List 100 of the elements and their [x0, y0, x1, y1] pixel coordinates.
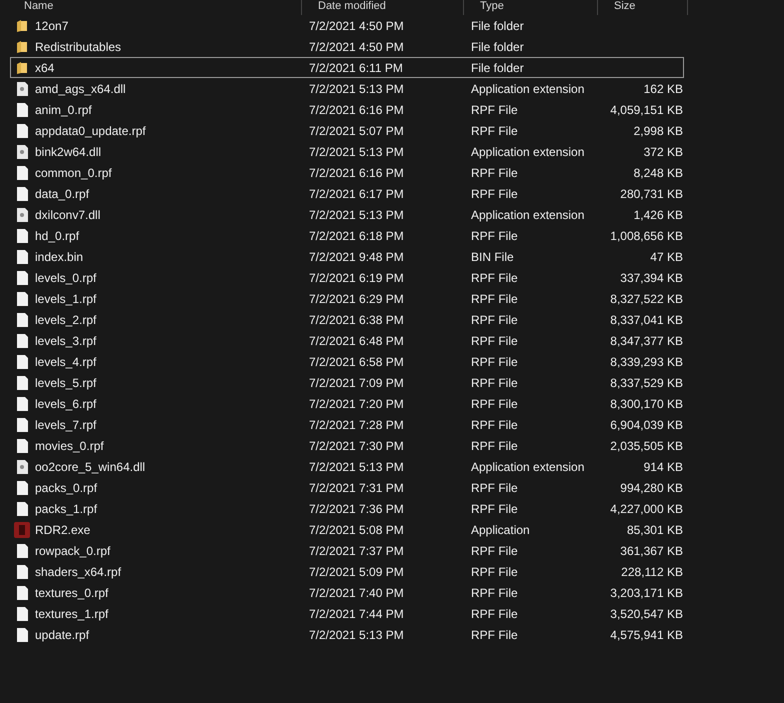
file-row[interactable]: levels_3.rpf 7/2/2021 6:48 PM RPF File 8,347,377 KB — [10, 330, 684, 351]
file-icon — [16, 312, 28, 326]
file-type: RPF File — [470, 564, 518, 578]
file-type: RPF File — [470, 628, 518, 642]
file-size: 4,227,000 KB — [610, 502, 683, 516]
file-name: levels_5.rpf — [34, 376, 96, 390]
file-row[interactable]: levels_4.rpf 7/2/2021 6:58 PM RPF File 8,339,293 KB — [10, 351, 684, 372]
file-row[interactable]: levels_6.rpf 7/2/2021 7:20 PM RPF File 8,300,170 KB — [10, 393, 684, 414]
file-icon — [16, 334, 28, 348]
file-icon — [16, 606, 28, 620]
file-row[interactable]: textures_1.rpf 7/2/2021 7:44 PM RPF File 3,520,547 KB — [10, 603, 684, 624]
file-row[interactable]: rowpack_0.rpf 7/2/2021 7:37 PM RPF File 361,367 KB — [10, 540, 684, 561]
file-row[interactable]: levels_0.rpf 7/2/2021 6:19 PM RPF File 337,394 KB — [10, 267, 684, 288]
file-type: RPF File — [470, 438, 518, 452]
file-row[interactable]: dxilconv7.dll 7/2/2021 5:13 PM Application extension 1,426 KB — [10, 204, 684, 225]
column-header[interactable]: Type — [464, 0, 598, 15]
file-row[interactable]: hd_0.rpf 7/2/2021 6:18 PM RPF File 1,008,656 KB — [10, 225, 684, 246]
file-type: Application extension — [470, 208, 584, 222]
date-modified: 7/2/2021 5:13 PM — [308, 460, 404, 474]
file-row[interactable]: update.rpf 7/2/2021 5:13 PM RPF File 4,575,941 KB — [10, 624, 684, 645]
file-row[interactable]: levels_1.rpf 7/2/2021 6:29 PM RPF File 8,327,522 KB — [10, 288, 684, 309]
file-type: File folder — [470, 60, 524, 74]
file-icon — [16, 564, 28, 578]
file-size: 47 KB — [650, 250, 683, 264]
file-type: File folder — [470, 18, 524, 32]
file-icon — [16, 292, 28, 306]
file-name: levels_2.rpf — [34, 312, 96, 326]
file-name: packs_0.rpf — [34, 480, 98, 494]
file-type: Application extension — [470, 144, 584, 158]
file-size: 337,394 KB — [620, 270, 683, 284]
file-row[interactable]: levels_2.rpf 7/2/2021 6:38 PM RPF File 8,337,041 KB — [10, 309, 684, 330]
file-size: 1,426 KB — [634, 208, 683, 222]
file-name: appdata0_update.rpf — [34, 124, 146, 138]
file-name: rowpack_0.rpf — [34, 544, 110, 558]
file-type: RPF File — [470, 586, 518, 600]
file-row[interactable]: x64 7/2/2021 6:11 PM File folder — [10, 57, 684, 78]
file-row[interactable]: shaders_x64.rpf 7/2/2021 5:09 PM RPF File 228,112 KB — [10, 561, 684, 582]
file-row[interactable]: textures_0.rpf 7/2/2021 7:40 PM RPF File 3,203,171 KB — [10, 582, 684, 603]
file-type: RPF File — [470, 124, 518, 138]
file-row[interactable]: movies_0.rpf 7/2/2021 7:30 PM RPF File 2,035,505 KB — [10, 435, 684, 456]
file-name: data_0.rpf — [34, 186, 90, 200]
column-header[interactable]: Size — [598, 0, 688, 15]
file-size: 361,367 KB — [620, 544, 683, 558]
file-size: 85,301 KB — [626, 522, 683, 536]
date-modified: 7/2/2021 6:48 PM — [308, 334, 404, 348]
file-row[interactable]: levels_7.rpf 7/2/2021 7:28 PM RPF File 6,904,039 KB — [10, 414, 684, 435]
file-row[interactable]: RDR2.exe 7/2/2021 5:08 PM Application 85,301 KB — [10, 519, 684, 540]
date-modified: 7/2/2021 6:58 PM — [308, 354, 404, 368]
file-icon — [16, 376, 28, 390]
file-size: 994,280 KB — [620, 480, 683, 494]
file-row[interactable]: index.bin 7/2/2021 9:48 PM BIN File 47 KB — [10, 246, 684, 267]
folder-icon — [16, 40, 28, 54]
file-size: 914 KB — [644, 460, 683, 474]
file-size: 2,998 KB — [634, 124, 683, 138]
file-row[interactable]: anim_0.rpf 7/2/2021 6:16 PM RPF File 4,059,151 KB — [10, 99, 684, 120]
file-size: 3,203,171 KB — [610, 586, 683, 600]
file-row[interactable]: levels_5.rpf 7/2/2021 7:09 PM RPF File 8,337,529 KB — [10, 372, 684, 393]
file-type: RPF File — [470, 186, 518, 200]
file-icon — [16, 502, 28, 516]
date-modified: 7/2/2021 7:40 PM — [308, 586, 404, 600]
date-modified: 7/2/2021 5:07 PM — [308, 124, 404, 138]
date-modified: 7/2/2021 6:38 PM — [308, 312, 404, 326]
file-type: RPF File — [470, 292, 518, 306]
file-row[interactable]: data_0.rpf 7/2/2021 6:17 PM RPF File 280,731 KB — [10, 183, 684, 204]
file-row[interactable]: amd_ags_x64.dll 7/2/2021 5:13 PM Application extension 162 KB — [10, 78, 684, 99]
date-modified: 7/2/2021 4:50 PM — [308, 40, 404, 54]
file-row[interactable]: common_0.rpf 7/2/2021 6:16 PM RPF File 8,248 KB — [10, 162, 684, 183]
file-size: 8,339,293 KB — [610, 354, 683, 368]
file-type: RPF File — [470, 544, 518, 558]
file-row[interactable]: Redistributables 7/2/2021 4:50 PM File folder — [10, 36, 684, 57]
file-row[interactable]: packs_0.rpf 7/2/2021 7:31 PM RPF File 994,280 KB — [10, 477, 684, 498]
file-name: levels_0.rpf — [34, 270, 96, 284]
file-type: RPF File — [470, 606, 518, 620]
file-name: levels_3.rpf — [34, 334, 96, 348]
file-icon — [16, 586, 28, 600]
file-icon — [16, 124, 28, 138]
file-icon — [16, 166, 28, 180]
file-type: RPF File — [470, 228, 518, 242]
file-row[interactable]: bink2w64.dll 7/2/2021 5:13 PM Application extension 372 KB — [10, 141, 684, 162]
date-modified: 7/2/2021 6:16 PM — [308, 166, 404, 180]
file-type: Application — [470, 522, 530, 536]
file-row[interactable]: packs_1.rpf 7/2/2021 7:36 PM RPF File 4,227,000 KB — [10, 498, 684, 519]
file-row[interactable]: oo2core_5_win64.dll 7/2/2021 5:13 PM Application extension 914 KB — [10, 456, 684, 477]
file-type: File folder — [470, 40, 524, 54]
file-name: x64 — [34, 60, 54, 74]
date-modified: 7/2/2021 9:48 PM — [308, 250, 404, 264]
file-icon — [16, 544, 28, 558]
file-icon — [16, 396, 28, 410]
file-name: levels_6.rpf — [34, 396, 96, 410]
file-name: packs_1.rpf — [34, 502, 98, 516]
file-size: 4,059,151 KB — [610, 102, 683, 116]
file-name: anim_0.rpf — [34, 102, 92, 116]
file-type: RPF File — [470, 376, 518, 390]
file-size: 228,112 KB — [621, 564, 683, 578]
file-type: BIN File — [470, 250, 514, 264]
file-row[interactable]: appdata0_update.rpf 7/2/2021 5:07 PM RPF File 2,998 KB — [10, 120, 684, 141]
column-header[interactable]: Date modified — [302, 0, 464, 15]
file-row[interactable]: 12on7 7/2/2021 4:50 PM File folder — [10, 15, 684, 36]
file-icon — [16, 628, 28, 642]
column-header[interactable]: Name — [10, 0, 302, 15]
